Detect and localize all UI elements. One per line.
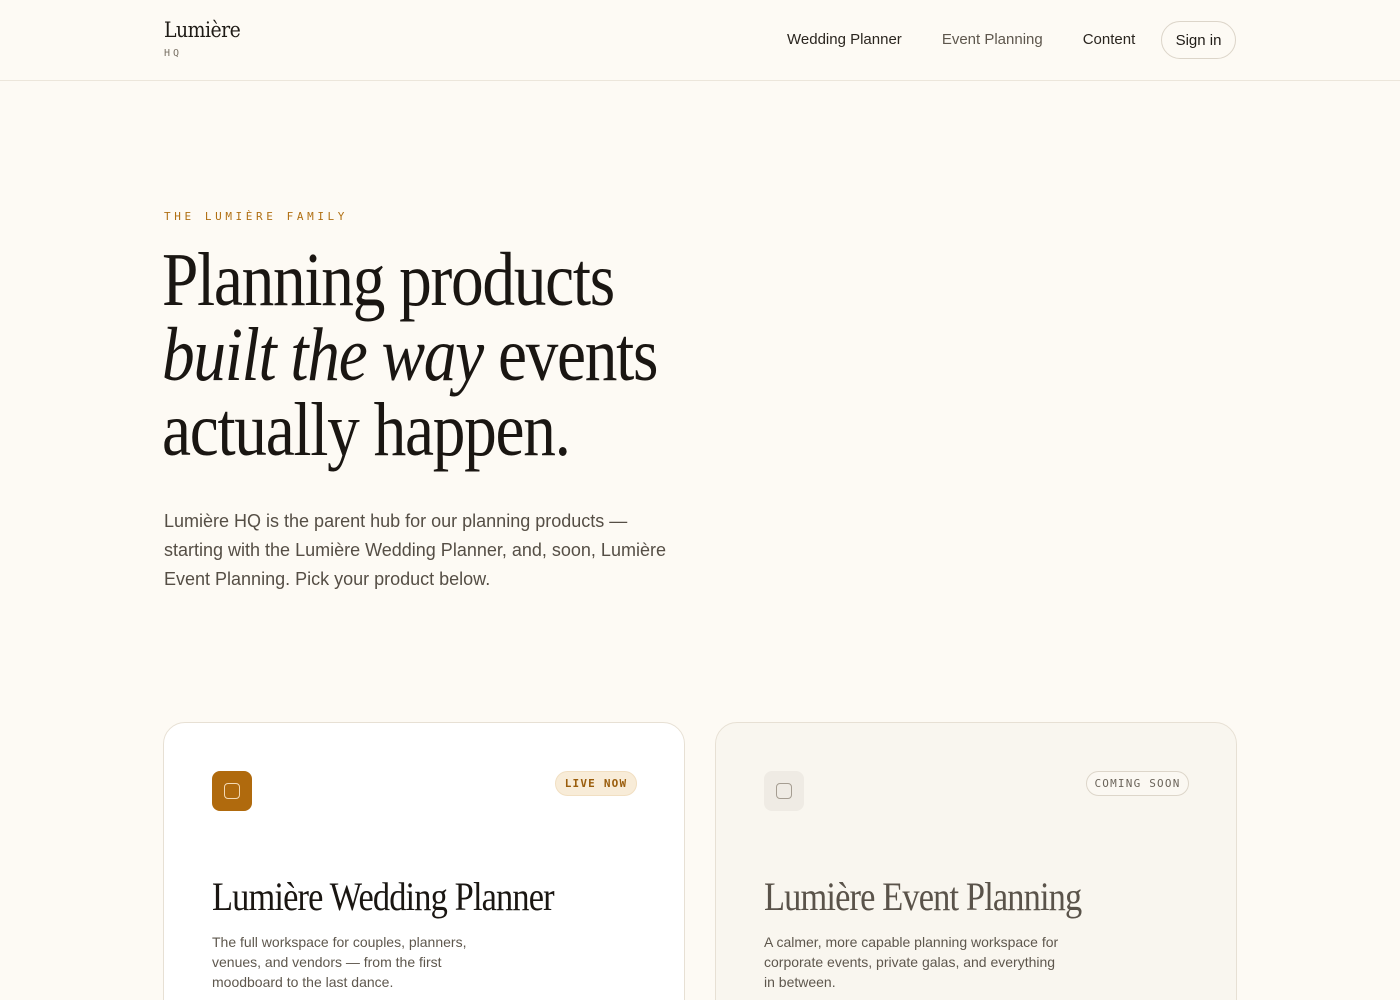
product-card-event-planning[interactable]: COMING SOON Lumière Event Planning A cal…: [715, 722, 1237, 1000]
brand-name: Lumière: [164, 18, 241, 42]
headline-line-2: built the way events: [162, 317, 695, 393]
square-app-icon: [776, 783, 792, 799]
site-header: Lumière HQ Wedding Planner Event Plannin…: [0, 0, 1400, 81]
headline-line-3: actually happen.: [162, 388, 571, 472]
nav-link-wedding-planner[interactable]: Wedding Planner: [787, 31, 902, 48]
headline-line-1: Planning products: [162, 238, 615, 322]
event-planning-app-icon: [764, 771, 804, 811]
product-card-wedding-planner[interactable]: LIVE NOW Lumière Wedding Planner The ful…: [163, 722, 685, 1000]
brand-subtitle: HQ: [164, 48, 183, 59]
square-app-icon: [224, 783, 240, 799]
nav-link-content[interactable]: Content: [1083, 31, 1136, 48]
hero-lede: Lumière HQ is the parent hub for our pla…: [164, 511, 666, 589]
product-title: Lumière Wedding Planner: [212, 874, 555, 919]
product-description: The full workspace for couples, planners…: [212, 934, 467, 990]
product-title: Lumière Event Planning: [764, 874, 1082, 919]
product-description: A calmer, more capable planning workspac…: [764, 934, 1059, 990]
status-badge-live: LIVE NOW: [555, 771, 637, 796]
nav-link-event-planning[interactable]: Event Planning: [942, 31, 1043, 48]
wedding-planner-app-icon: [212, 771, 252, 811]
sign-in-button[interactable]: Sign in: [1161, 21, 1236, 59]
main-nav: Wedding Planner Event Planning Content: [787, 31, 1175, 48]
headline-italic: built the way: [162, 313, 484, 397]
headline-line-2-rest: events: [482, 313, 659, 397]
status-badge-coming-soon: COMING SOON: [1086, 771, 1189, 796]
brand-logo[interactable]: Lumière HQ: [164, 18, 249, 59]
hero-headline: Planning products built the way events a…: [162, 238, 782, 472]
hero-eyebrow: THE LUMIÈRE FAMILY: [164, 210, 349, 223]
